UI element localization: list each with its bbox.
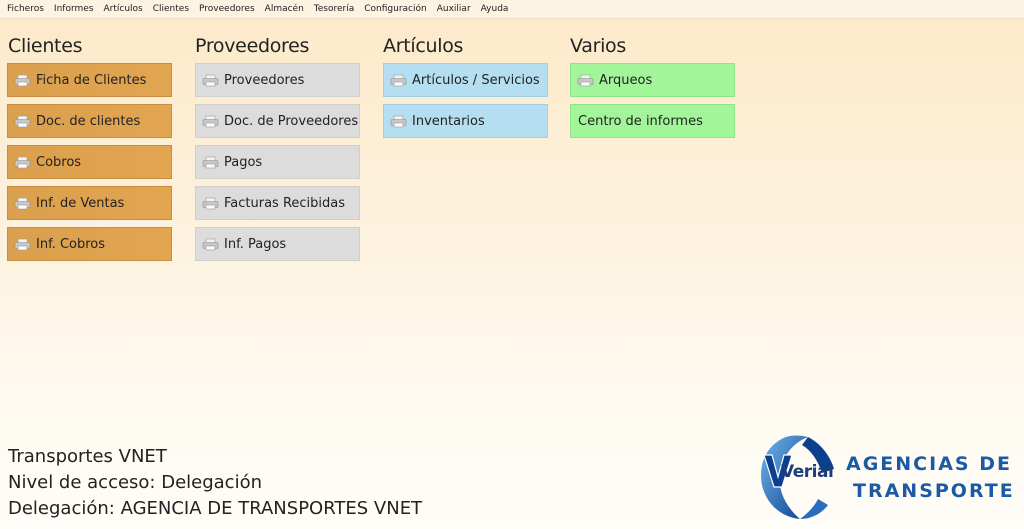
tile-label: Inventarios	[412, 113, 485, 129]
tile-arqueos[interactable]: Arqueos	[570, 63, 735, 97]
menu-configuracion[interactable]: Configuración	[359, 0, 431, 19]
printer-icon	[202, 156, 219, 168]
section-title-varios: Varios	[570, 35, 626, 57]
menu-articulos[interactable]: Artículos	[99, 0, 148, 19]
section-title-proveedores: Proveedores	[195, 35, 310, 57]
logo-text: Verial	[781, 462, 834, 482]
printer-icon	[14, 156, 31, 168]
printer-icon	[14, 238, 31, 250]
company-name: Transportes VNET	[8, 446, 167, 467]
tile-pagos[interactable]: Pagos	[195, 145, 360, 179]
tile-ficha-de-clientes[interactable]: Ficha de Clientes	[7, 63, 172, 97]
menu-ficheros[interactable]: Ficheros	[2, 0, 49, 19]
printer-icon	[14, 197, 31, 209]
tile-label: Cobros	[36, 154, 82, 170]
tile-articulos-servicios[interactable]: Artículos / Servicios	[383, 63, 548, 97]
menu-clientes[interactable]: Clientes	[148, 0, 194, 19]
menu-tesoreria[interactable]: Tesorería	[309, 0, 359, 19]
printer-icon	[577, 74, 594, 86]
tile-label: Arqueos	[599, 72, 653, 88]
tile-facturas-recibidas[interactable]: Facturas Recibidas	[195, 186, 360, 220]
menu-bar: Ficheros Informes Artículos Clientes Pro…	[0, 0, 1024, 19]
brand-line-1: AGENCIAS DE	[846, 453, 1012, 475]
tile-label: Pagos	[224, 154, 263, 170]
tile-label: Ficha de Clientes	[36, 72, 147, 88]
tile-label: Inf. de Ventas	[36, 195, 125, 211]
section-title-clientes: Clientes	[8, 35, 83, 57]
tile-doc-de-proveedores[interactable]: Doc. de Proveedores	[195, 104, 360, 138]
tile-inf-pagos[interactable]: Inf. Pagos	[195, 227, 360, 261]
delegation: Delegación: AGENCIA DE TRANSPORTES VNET	[8, 498, 423, 519]
printer-icon	[202, 197, 219, 209]
tile-label: Inf. Cobros	[36, 236, 106, 252]
printer-icon	[390, 115, 407, 127]
printer-icon	[202, 238, 219, 250]
tile-label: Proveedores	[224, 72, 305, 88]
menu-auxiliar[interactable]: Auxiliar	[432, 0, 476, 19]
printer-icon	[14, 115, 31, 127]
tile-inf-de-ventas[interactable]: Inf. de Ventas	[7, 186, 172, 220]
tile-centro-de-informes[interactable]: Centro de informes	[570, 104, 735, 138]
brand-line-2: TRANSPORTE	[853, 480, 1015, 502]
tile-doc-de-clientes[interactable]: Doc. de clientes	[7, 104, 172, 138]
tile-label: Doc. de clientes	[36, 113, 141, 129]
tile-label: Artículos / Servicios	[412, 72, 540, 88]
menu-ayuda[interactable]: Ayuda	[476, 0, 514, 19]
tile-inventarios[interactable]: Inventarios	[383, 104, 548, 138]
access-level: Nivel de acceso: Delegación	[8, 472, 262, 493]
section-title-articulos: Artículos	[383, 35, 464, 57]
tile-label: Inf. Pagos	[224, 236, 287, 252]
printer-icon	[202, 74, 219, 86]
printer-icon	[202, 115, 219, 127]
tile-label: Doc. de Proveedores	[224, 113, 359, 129]
tile-label: Centro de informes	[578, 113, 703, 129]
printer-icon	[390, 74, 407, 86]
tile-label: Facturas Recibidas	[224, 195, 346, 211]
tile-proveedores[interactable]: Proveedores	[195, 63, 360, 97]
menu-proveedores[interactable]: Proveedores	[194, 0, 260, 19]
tile-cobros[interactable]: Cobros	[7, 145, 172, 179]
menu-informes[interactable]: Informes	[49, 0, 99, 19]
tile-inf-cobros[interactable]: Inf. Cobros	[7, 227, 172, 261]
printer-icon	[14, 74, 31, 86]
menu-almacen[interactable]: Almacén	[260, 0, 309, 19]
